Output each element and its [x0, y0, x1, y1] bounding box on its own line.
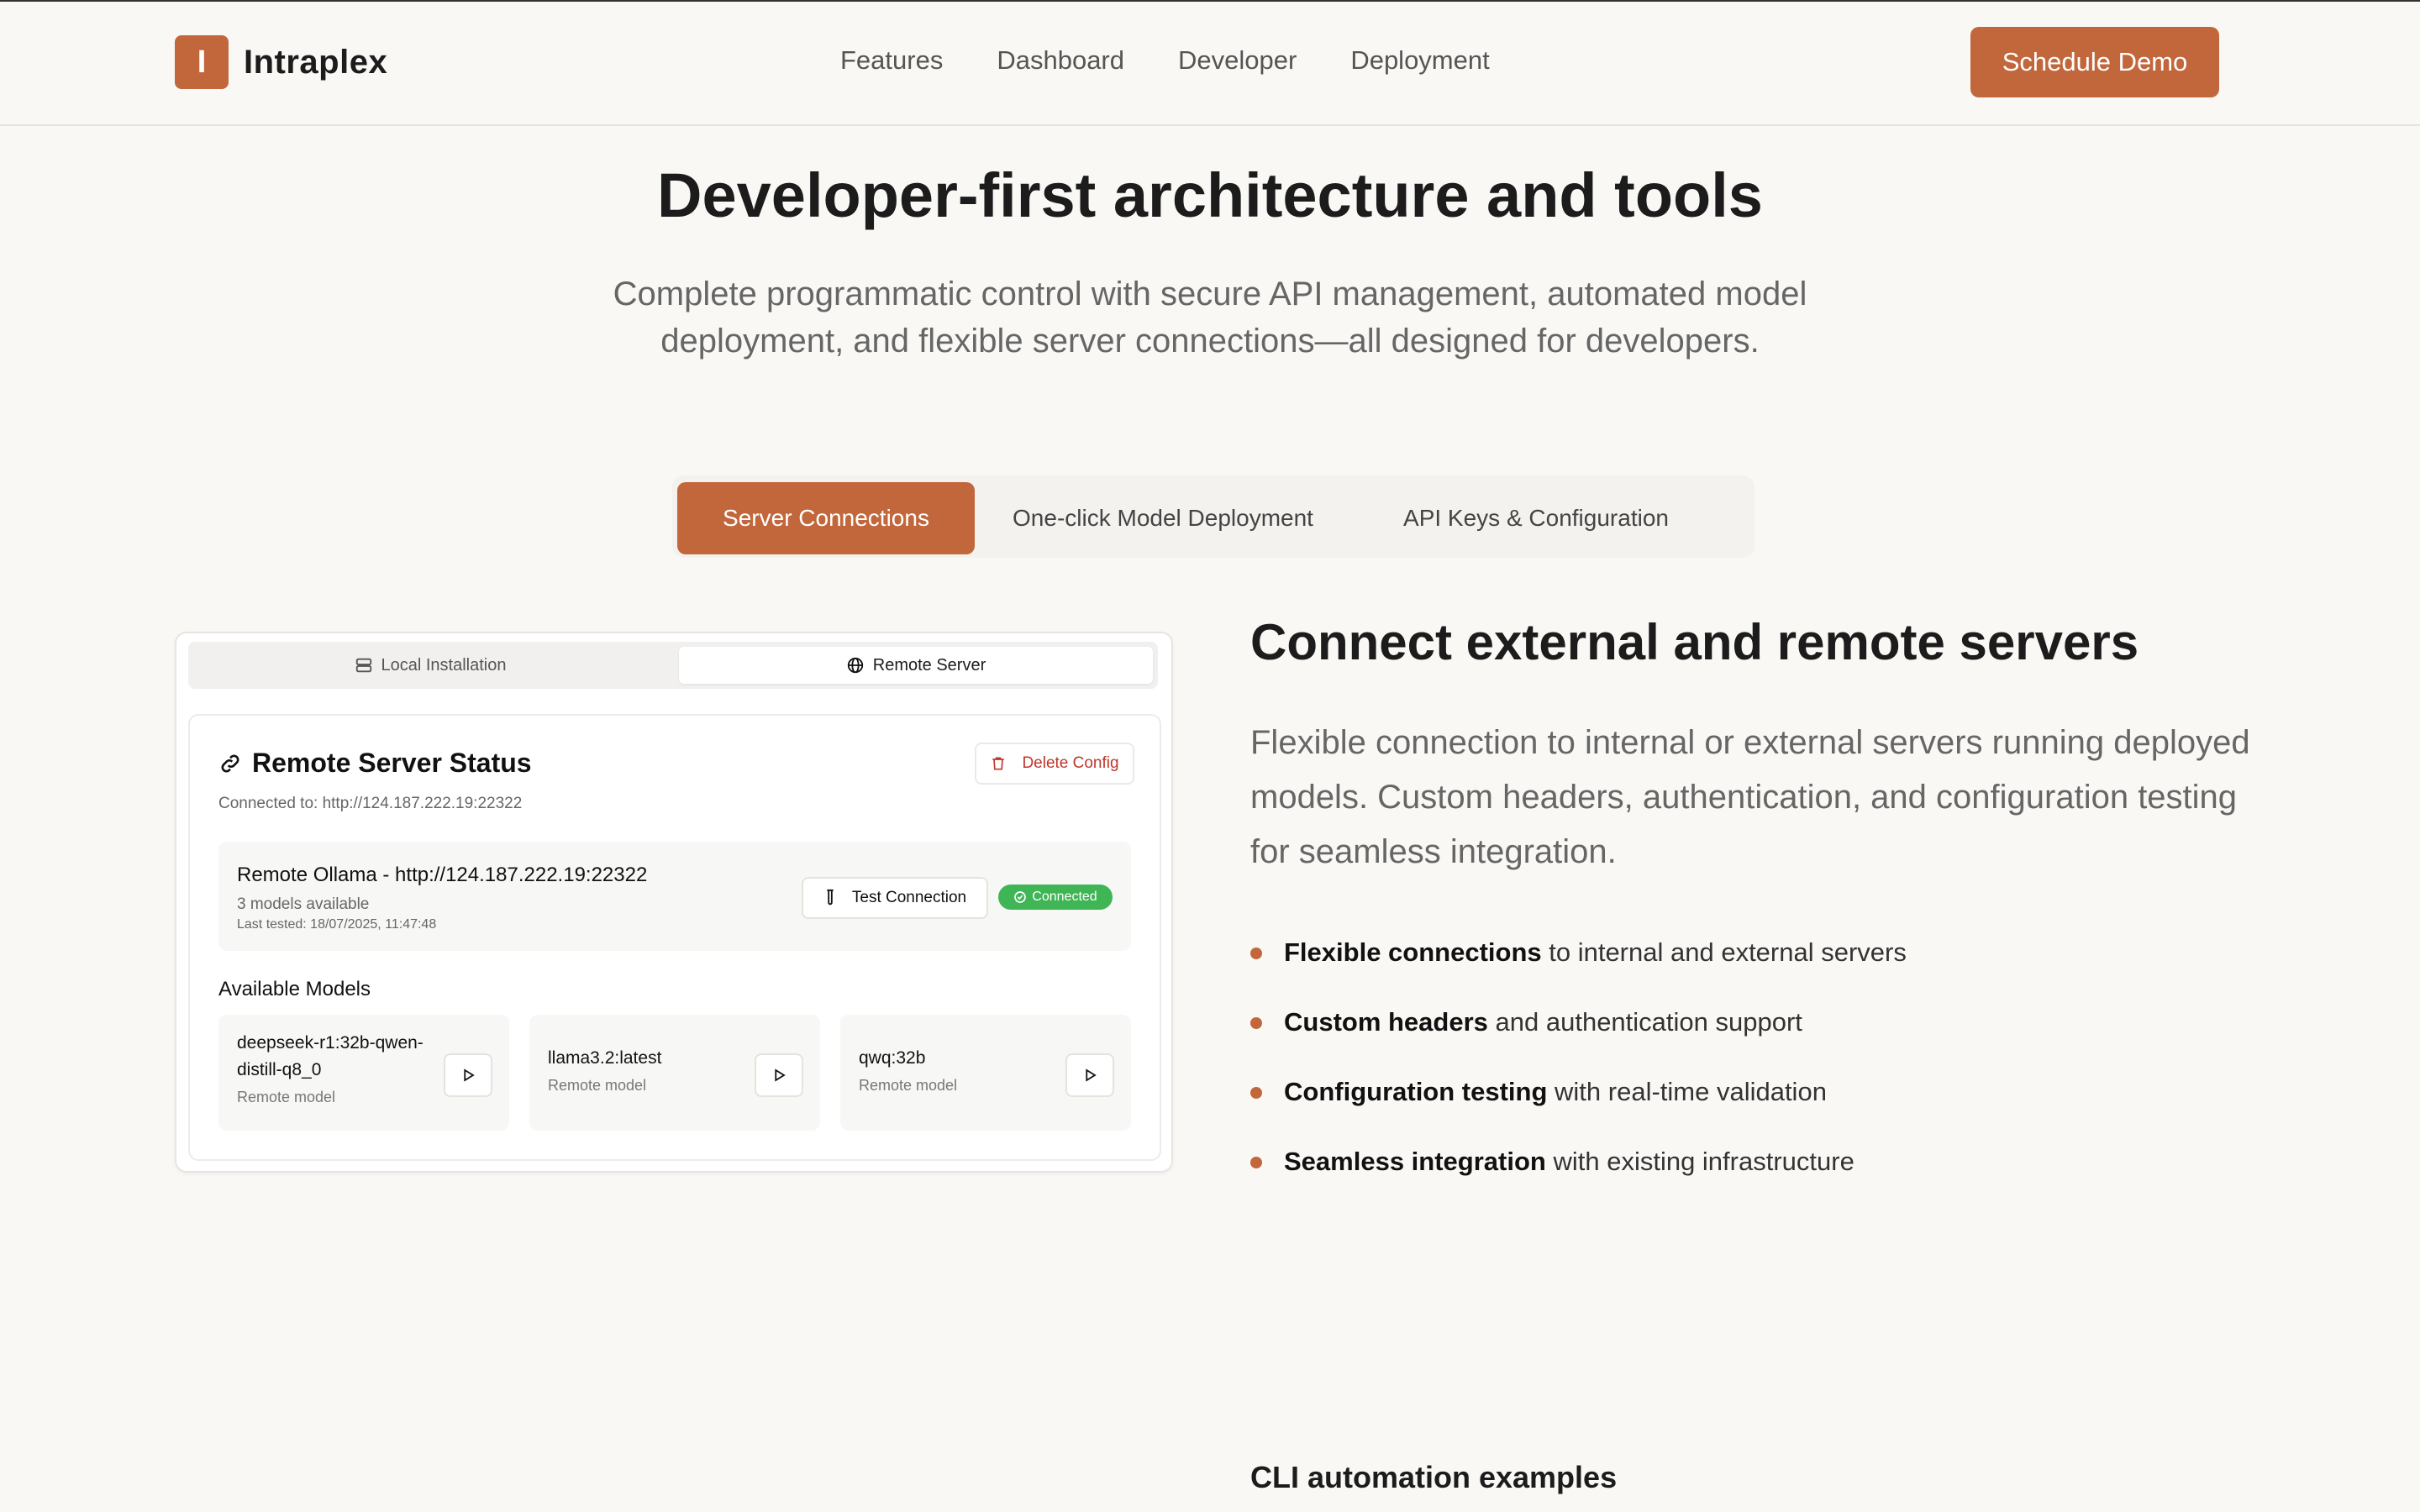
tab-model-deployment[interactable]: One-click Model Deployment: [986, 482, 1339, 554]
server-icon: [355, 658, 371, 673]
model-card: llama3.2:latest Remote model: [529, 1015, 820, 1131]
feature-tabs: Server Connections One-click Model Deplo…: [672, 475, 1754, 558]
feature-description: Flexible connection to internal or exter…: [1250, 724, 2250, 870]
globe-icon: [847, 657, 863, 674]
bullet-dot: [1250, 1157, 1262, 1168]
brand-name: Intraplex: [244, 43, 388, 81]
segment-local-installation[interactable]: Local Installation: [193, 647, 667, 684]
available-models-heading: Available Models: [218, 978, 371, 1000]
run-model-button[interactable]: [1065, 1053, 1114, 1097]
status-heading: Remote Server Status: [218, 748, 532, 779]
bullet-strong: Configuration testing: [1284, 1077, 1548, 1106]
bullet-strong: Flexible connections: [1284, 937, 1542, 967]
run-model-button[interactable]: [444, 1053, 492, 1097]
nav-link-dashboard[interactable]: Dashboard: [997, 45, 1124, 76]
model-card: deepseek-r1:32b-qwen-distill-q8_0 Remote…: [218, 1015, 509, 1131]
bullet-text: with real-time validation: [1547, 1077, 1827, 1106]
page-title: Developer-first architecture and tools: [657, 160, 1763, 230]
connected-to-text: Connected to: http://124.187.222.19:2232…: [218, 795, 523, 812]
bullet-text: with existing infrastructure: [1545, 1147, 1854, 1176]
model-type: Remote model: [237, 1089, 336, 1105]
trash-icon: [992, 757, 1005, 770]
link-icon: [221, 754, 239, 772]
segment-remote-server[interactable]: Remote Server: [679, 647, 1153, 684]
server-name: Remote Ollama - http://124.187.222.19:22…: [237, 864, 648, 886]
status-badge: Connected: [998, 885, 1113, 910]
play-icon: [775, 1068, 786, 1082]
tab-api-keys[interactable]: API Keys & Configuration: [1351, 482, 1721, 554]
play-icon: [464, 1068, 475, 1082]
bullet-strong: Custom headers: [1284, 1007, 1488, 1037]
model-name: deepseek-r1:32b-qwen-distill-q8_0: [237, 1033, 424, 1079]
brand-logo[interactable]: I Intraplex: [175, 35, 387, 89]
install-mode-switch: Local Installation Remote Server: [188, 642, 1158, 689]
status-title: Remote Server Status: [252, 748, 532, 778]
remote-status-panel: Remote Server Status Connected to: http:…: [188, 714, 1161, 1161]
nav-link-features[interactable]: Features: [840, 45, 943, 76]
test-tube-icon: [827, 889, 834, 906]
delete-config-label: Delete Config: [1022, 754, 1119, 772]
logo-mark: I: [175, 35, 229, 89]
bullet-dot: [1250, 1087, 1262, 1099]
bullet-strong: Seamless integration: [1284, 1147, 1546, 1176]
segment-remote-label: Remote Server: [872, 655, 986, 675]
tab-server-connections[interactable]: Server Connections: [677, 482, 975, 554]
main-nav: Features Dashboard Developer Deployment: [840, 45, 1544, 76]
run-model-button[interactable]: [755, 1053, 803, 1097]
models-grid: deepseek-r1:32b-qwen-distill-q8_0 Remote…: [218, 1015, 1131, 1131]
last-tested: Last tested: 18/07/2025, 11:47:48: [237, 917, 437, 932]
bullet-dot: [1250, 948, 1262, 959]
bullet-dot: [1250, 1017, 1262, 1029]
model-name: llama3.2:latest: [548, 1048, 662, 1068]
server-entry: Remote Ollama - http://124.187.222.19:22…: [218, 842, 1131, 951]
play-icon: [1086, 1068, 1097, 1082]
cli-examples-heading: CLI automation examples: [1250, 1460, 1618, 1494]
bullet-text: to internal and external servers: [1541, 937, 1907, 967]
models-count: 3 models available: [237, 895, 370, 913]
test-connection-label: Test Connection: [851, 889, 967, 906]
page-subtitle: Complete programmatic control with secur…: [613, 276, 1807, 360]
server-preview-card: Local Installation Remote Server Remote …: [175, 632, 1173, 1173]
schedule-demo-button[interactable]: Schedule Demo: [1970, 27, 2219, 97]
delete-config-button[interactable]: Delete Config: [975, 743, 1134, 785]
model-type: Remote model: [859, 1077, 958, 1094]
model-name: qwq:32b: [859, 1048, 926, 1068]
check-circle-icon: [1014, 891, 1027, 903]
nav-link-developer[interactable]: Developer: [1178, 45, 1297, 76]
bullet-text: and authentication support: [1487, 1007, 1802, 1037]
site-header: I Intraplex Features Dashboard Developer…: [0, 2, 2420, 126]
model-type: Remote model: [548, 1077, 647, 1094]
status-badge-label: Connected: [1032, 890, 1097, 904]
test-connection-button[interactable]: Test Connection: [802, 877, 988, 919]
feature-title: Connect external and remote servers: [1250, 614, 2139, 670]
nav-link-deployment[interactable]: Deployment: [1350, 45, 1489, 76]
segment-local-label: Local Installation: [381, 655, 507, 675]
model-card: qwq:32b Remote model: [840, 1015, 1131, 1131]
